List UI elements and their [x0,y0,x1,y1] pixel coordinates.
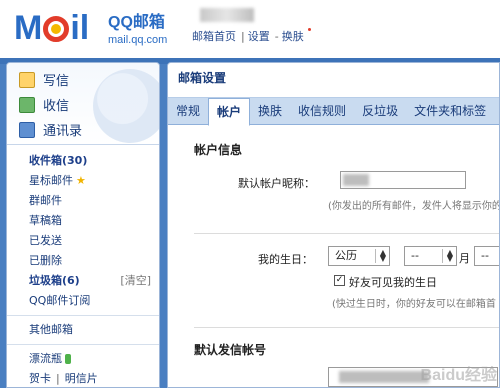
postcard-link[interactable]: 明信片 [65,372,98,385]
logo-letter-m: M [14,9,43,47]
folder-divider [7,315,159,316]
star-icon: ★ [76,174,86,187]
birth-day-value: -- [481,249,489,262]
top-links: 邮箱首页 | 设置 - 换肤 [192,28,313,44]
folder-sent[interactable]: 已发送 [29,231,159,251]
baidu-watermark: Baidu经验 [420,367,497,384]
nickname-hint: (你发出的所有邮件，发件人将显示你的 [328,201,500,212]
tab-general[interactable]: 常规 [168,98,208,124]
tab-rules[interactable]: 收信规则 [290,98,354,124]
tab-account[interactable]: 帐户 [208,98,251,126]
calendar-type-select[interactable]: 公历 ▲ ▼ [328,246,390,266]
birth-month-value: -- [411,249,419,262]
drift-bottle-label: 漂流瓶 [29,352,62,365]
write-icon [19,71,35,88]
bottle-icon [65,354,71,364]
home-link[interactable]: 邮箱首页 [192,30,236,43]
birthday-hint: (快过生日时，你的好友可以在邮箱首 [332,299,496,310]
cards-row: 贺卡 | 明信片 [29,372,98,385]
friends-visible-checkbox[interactable]: ✓ [334,275,345,286]
drift-bottle-link[interactable]: 漂流瓶 [29,349,159,369]
page-title: 邮箱设置 [168,63,499,97]
logo-letters-il: il [70,9,90,47]
nickname-label: 默认帐户昵称： [238,177,315,190]
tab-antispam[interactable]: 反垃圾 [354,98,406,124]
month-unit-label: 月 [459,252,470,265]
folder-starred[interactable]: 星标邮件 ★ [29,171,159,191]
updown-arrow-icon: ▲ ▼ [446,248,453,263]
section-divider [194,327,499,328]
greeting-card-link[interactable]: 贺卡 [29,372,51,385]
settings-link[interactable]: 设置 [248,30,270,43]
folder-subscriptions[interactable]: QQ邮件订阅 [29,291,159,311]
logo-o-icon [43,16,70,42]
settings-panel: 邮箱设置 常规 帐户 换肤 收信规则 反垃圾 文件夹和标签 帐户信息 默认帐户昵… [167,62,500,388]
compose-label: 写信 [43,74,70,89]
brand-url: mail.qq.com [108,34,168,46]
qqmail-logo[interactable]: M il [14,6,89,46]
folder-spam-label: 垃圾箱(6) [29,274,80,287]
account-info-heading: 帐户信息 [194,143,243,157]
friends-visible-label: 好友可见我的生日 [349,276,437,289]
clear-spam-link[interactable]: [清空] [120,271,151,291]
sender-value-redacted [339,371,429,383]
calendar-type-value: 公历 [335,249,357,262]
tab-skin[interactable]: 换肤 [250,98,290,124]
brand-name: QQ邮箱 [108,14,165,31]
inbox-download-icon [19,96,35,113]
contacts-icon [19,121,35,138]
birthday-label: 我的生日： [258,253,313,266]
section-divider [194,233,499,234]
penguin-decoration-icon [93,69,159,143]
folder-inbox[interactable]: 收件箱(30) [29,151,159,171]
nickname-input[interactable] [340,171,466,189]
folder-spam[interactable]: 垃圾箱(6) [清空] [29,271,159,291]
app-header: M il QQ邮箱 mail.qq.com 邮箱首页 | 设置 - 换肤 [0,0,500,58]
folder-divider [7,344,159,345]
new-dot-icon [307,28,311,31]
folder-starred-label: 星标邮件 [29,174,73,187]
default-sender-heading: 默认发信帐号 [194,343,267,357]
folder-group[interactable]: 群邮件 [29,191,159,211]
brand-block: QQ邮箱 mail.qq.com [108,8,167,46]
skin-link[interactable]: 换肤 [282,30,304,43]
birth-day-select[interactable]: -- [474,246,499,266]
folder-list: 收件箱(30) 星标邮件 ★ 群邮件 草稿箱 已发送 已删除 垃圾箱(6) [清空]… [7,145,159,387]
nickname-value-redacted [343,174,369,186]
folder-other-mailboxes[interactable]: 其他邮箱 [29,320,159,340]
sidebar: 写信 收信 通讯录 收件箱(30) 星标邮件 ★ 群邮件 草稿箱 已发送 已删除 … [6,62,160,388]
updown-arrow-icon: ▲ ▼ [379,248,386,263]
folder-deleted[interactable]: 已删除 [29,251,159,271]
folder-drafts[interactable]: 草稿箱 [29,211,159,231]
quick-actions: 写信 收信 通讯录 [7,63,159,145]
settings-tabs: 常规 帐户 换肤 收信规则 反垃圾 文件夹和标签 [168,97,499,126]
receive-label: 收信 [43,99,70,114]
tab-folders-labels[interactable]: 文件夹和标签 [406,98,494,124]
contacts-label: 通讯录 [43,124,83,139]
birth-month-select[interactable]: -- ▲ ▼ [404,246,457,266]
username-redacted [200,8,254,22]
